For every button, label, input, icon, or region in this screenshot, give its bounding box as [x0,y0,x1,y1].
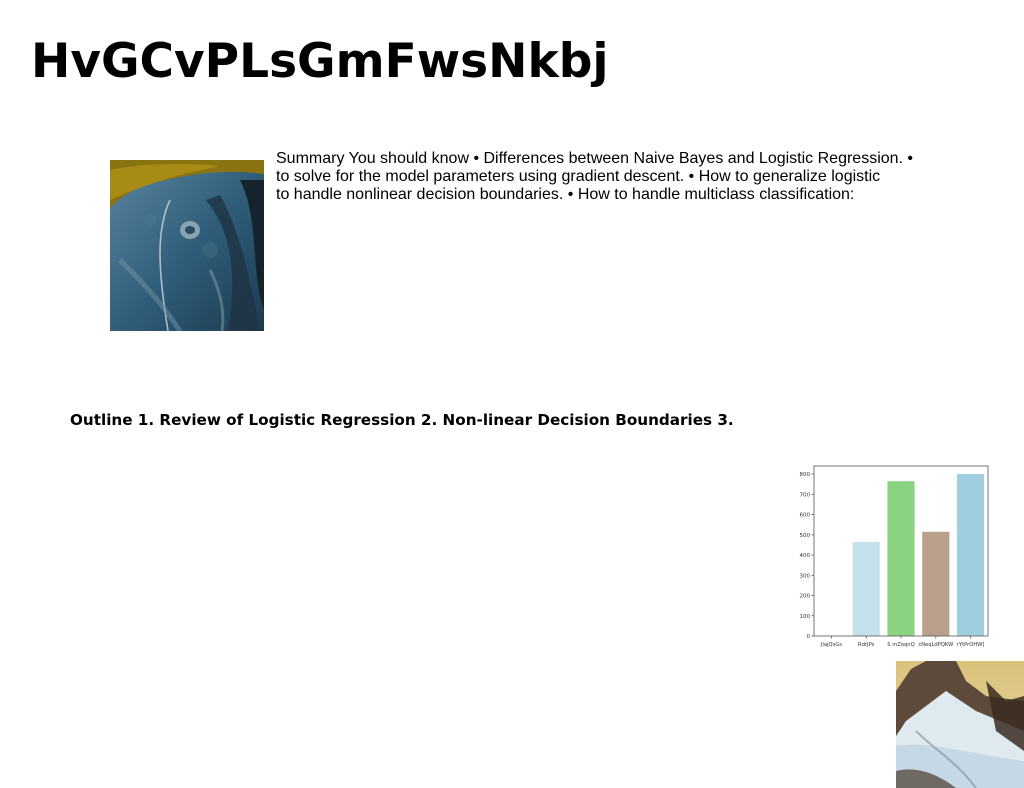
chart-y-tick-label: 500 [800,533,811,539]
chart-y-tick-label: 200 [800,594,811,600]
page-title: HvGCvPLsGmFwsNkbj [31,34,609,89]
summary-text: Summary You should know • Differences be… [276,150,936,204]
chart-y-tick-label: 700 [800,492,811,498]
teal-ice-cave-photo-icon [110,160,264,331]
summary-line: Summary You should know • Differences be… [276,150,914,167]
chart-y-tick-label: 800 [800,472,811,478]
chart-x-tick-label: RdrJPs [858,642,875,648]
chart-x-tick-label: cNeqLdPQKW [918,642,953,648]
chart-y-tick-label: 600 [800,513,811,519]
chart-bar [852,541,880,636]
outline-text: Outline 1. Review of Logistic Regression… [70,411,734,429]
chart-x-tick-label: rYtPrOHW] [957,642,985,648]
chart-bar [957,474,985,636]
chart-x-tick-label: S mZoqnQ [887,642,914,648]
summary-line: to handle nonlinear decision boundaries.… [276,186,855,203]
chart-y-tick-label: 300 [800,573,811,579]
chart-bar [887,481,915,636]
chart-x-tick-label: JlajQsGs [820,642,842,648]
chart-bar [922,531,950,636]
chart-y-tick-label: 400 [800,553,811,559]
bar-chart: 0 100 200 300 400 500 600 700 800 JlajQsGs RdrJPs S… [800,465,989,648]
summary-line: to solve for the model parameters using … [276,168,881,185]
chart-y-tick-label: 0 [807,634,811,640]
snowy-mountain-photo-icon [896,661,1024,788]
chart-y-tick-label: 100 [800,614,811,620]
